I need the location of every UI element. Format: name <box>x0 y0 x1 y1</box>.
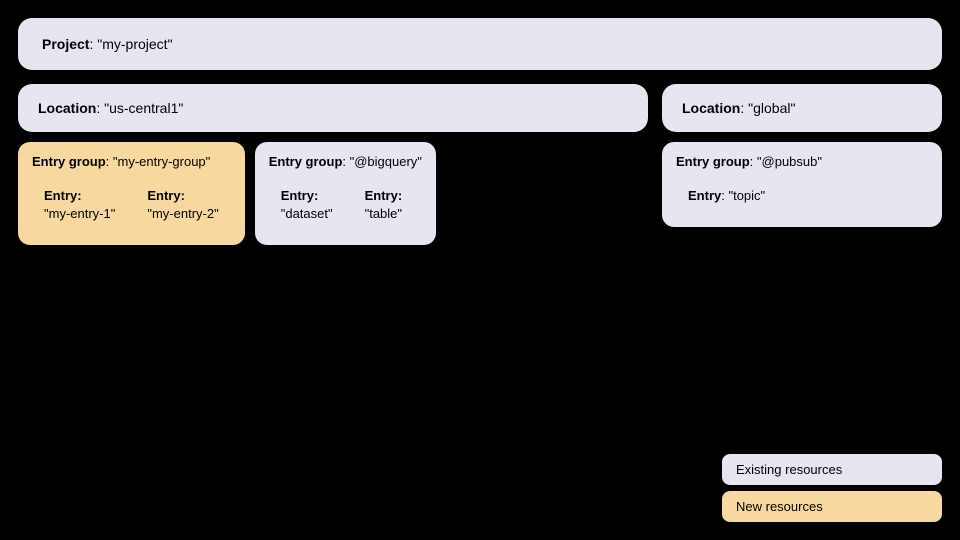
entry-my-entry-2: Entry: "my-entry-2" <box>135 177 230 233</box>
entries-row-my-entry-group: Entry: "my-entry-1" Entry: "my-entry-2" <box>32 177 231 233</box>
legend-existing-label: Existing resources <box>736 462 842 477</box>
project-key: Project <box>42 36 89 52</box>
location-col-left: Location: "us-central1" Entry group: "my… <box>18 84 648 245</box>
entry-group-my-entry-group: Entry group: "my-entry-group" Entry: "my… <box>18 142 245 245</box>
entry-table: Entry: "table" <box>353 177 415 233</box>
entry-group-pubsub-label: Entry group: "@pubsub" <box>676 154 928 169</box>
entry-group-pubsub: Entry group: "@pubsub" Entry: "topic" <box>662 142 942 227</box>
location-us-central1-label: Location: "us-central1" <box>38 100 183 116</box>
location-box-us-central1: Location: "us-central1" <box>18 84 648 132</box>
entry-dataset: Entry: "dataset" <box>269 177 345 233</box>
entry-topic: Entry: "topic" <box>676 177 777 215</box>
project-value: "my-project" <box>97 36 172 52</box>
project-label: Project: "my-project" <box>42 36 173 52</box>
legend-new-box: New resources <box>722 491 942 522</box>
location-global-label: Location: "global" <box>682 100 795 116</box>
project-box: Project: "my-project" <box>18 18 942 70</box>
entry-my-entry-1: Entry: "my-entry-1" <box>32 177 127 233</box>
entry-group-my-entry-group-label: Entry group: "my-entry-group" <box>32 154 231 169</box>
entries-row-bigquery: Entry: "dataset" Entry: "table" <box>269 177 422 233</box>
entry-group-bigquery-label: Entry group: "@bigquery" <box>269 154 422 169</box>
entries-row-pubsub: Entry: "topic" <box>676 177 928 215</box>
entry-groups-row-us-central1: Entry group: "my-entry-group" Entry: "my… <box>18 142 648 245</box>
legend-existing-box: Existing resources <box>722 454 942 485</box>
legend-item-existing: Existing resources <box>722 454 942 485</box>
legend-new-label: New resources <box>736 499 823 514</box>
legend-item-new: New resources <box>722 491 942 522</box>
locations-row: Location: "us-central1" Entry group: "my… <box>18 84 942 245</box>
location-box-global: Location: "global" <box>662 84 942 132</box>
entry-group-bigquery: Entry group: "@bigquery" Entry: "dataset… <box>255 142 436 245</box>
legend: Existing resources New resources <box>722 454 942 522</box>
diagram-area: Project: "my-project" Location: "us-cent… <box>18 18 942 522</box>
location-col-right: Location: "global" Entry group: "@pubsub… <box>662 84 942 245</box>
